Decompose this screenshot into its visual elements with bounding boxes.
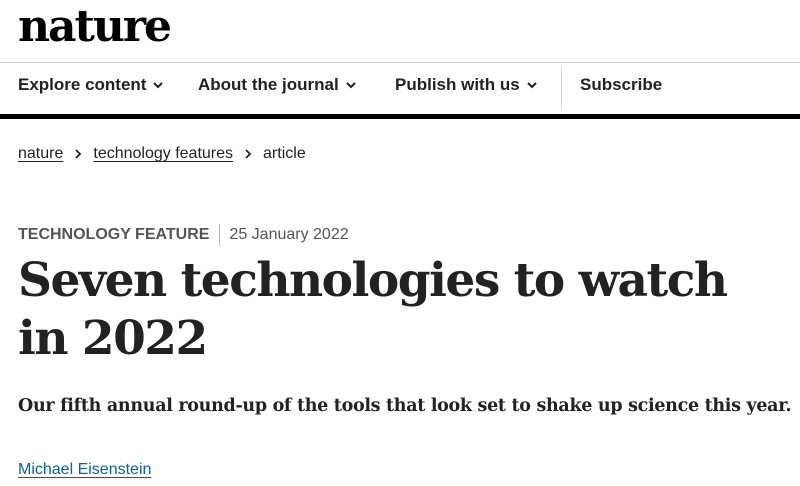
chevron-right-icon (243, 148, 253, 160)
breadcrumb-technology-features[interactable]: technology features (93, 145, 233, 163)
author-link[interactable]: Michael Eisenstein (18, 461, 151, 479)
nature-logo[interactable]: nature (18, 2, 172, 52)
article-title: Seven technologies to watch in 2022 (18, 253, 728, 366)
nav-divider (561, 67, 562, 109)
breadcrumb-nature[interactable]: nature (18, 145, 63, 163)
chevron-right-icon (73, 148, 83, 160)
article-type: TECHNOLOGY FEATURE (18, 226, 210, 243)
main-nav: Explore content About the journal Publis… (0, 62, 800, 113)
nav-item-label: Publish with us (395, 75, 520, 94)
nav-item-label: About the journal (198, 75, 339, 94)
subscribe-label: Subscribe (580, 75, 663, 94)
chevron-down-icon (345, 79, 357, 91)
nav-explore-content[interactable]: Explore content (18, 75, 164, 95)
publish-date: 25 January 2022 (229, 226, 349, 243)
nav-about-the-journal[interactable]: About the journal (198, 75, 357, 95)
article-standfirst: Our fifth annual round-up of the tools t… (18, 396, 792, 416)
subscribe-link[interactable]: Subscribe (580, 75, 662, 95)
breadcrumb: nature technology features article (18, 145, 306, 163)
article-meta: TECHNOLOGY FEATURE 25 January 2022 (18, 224, 349, 246)
nav-publish-with-us[interactable]: Publish with us (395, 75, 538, 95)
breadcrumb-article: article (263, 145, 306, 162)
chevron-down-icon (152, 79, 164, 91)
meta-divider (219, 224, 221, 246)
chevron-down-icon (526, 79, 538, 91)
nav-item-label: Explore content (18, 75, 147, 94)
nav-bottom-rule (0, 114, 800, 119)
